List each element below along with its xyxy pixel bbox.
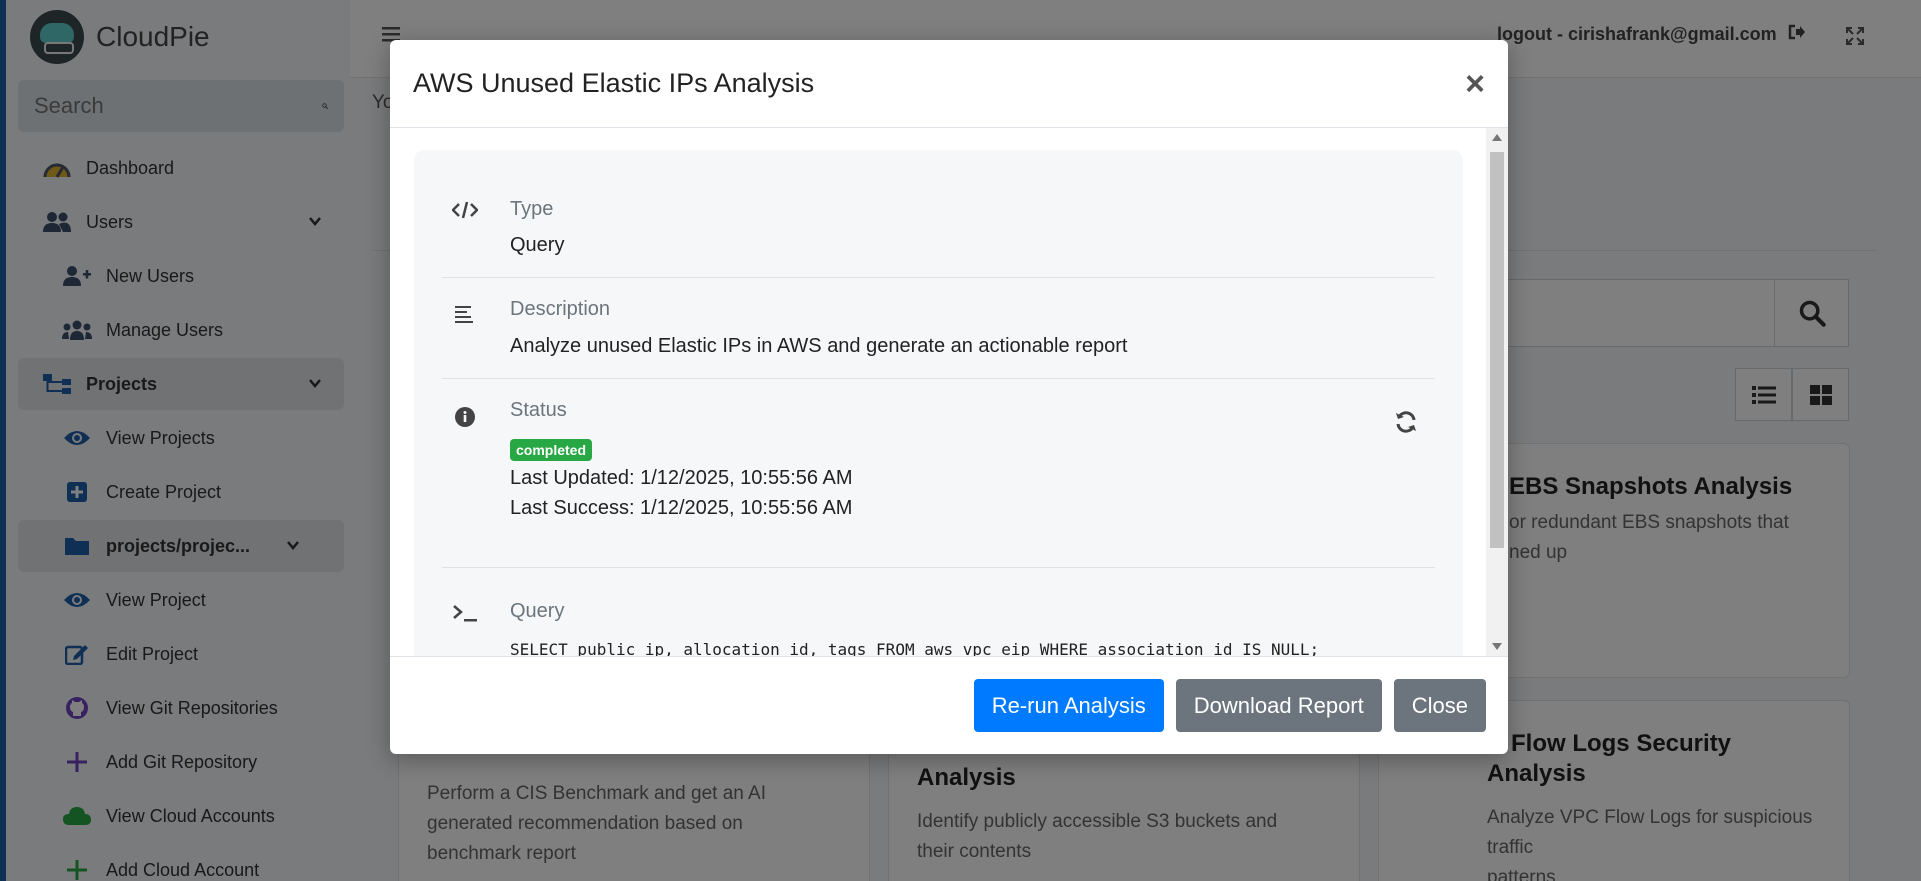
scroll-thumb[interactable] — [1490, 152, 1504, 548]
rerun-analysis-button[interactable]: Re-run Analysis — [973, 679, 1164, 732]
refresh-icon[interactable] — [1392, 408, 1420, 436]
modal-header: AWS Unused Elastic IPs Analysis × — [390, 40, 1508, 128]
align-left-icon — [450, 299, 480, 329]
scroll-down-arrow[interactable] — [1492, 643, 1502, 650]
last-success: Last Success: 1/12/2025, 10:55:56 AM — [510, 497, 853, 519]
type-value: Query — [510, 234, 565, 256]
terminal-icon — [450, 598, 480, 628]
info-icon — [450, 402, 480, 432]
modal-footer: Re-run Analysis Download Report Close — [390, 656, 1508, 754]
last-updated: Last Updated: 1/12/2025, 10:55:56 AM — [510, 467, 853, 489]
type-label: Type — [510, 198, 554, 220]
query-value: SELECT public_ip, allocation_id, tags FR… — [510, 640, 1320, 656]
close-icon[interactable]: × — [1465, 67, 1485, 101]
close-button[interactable]: Close — [1393, 679, 1486, 732]
modal-body: Type Query Description Analyze unused El… — [390, 128, 1508, 656]
analysis-modal: AWS Unused Elastic IPs Analysis × Type Q… — [390, 40, 1508, 754]
modal-scrollbar[interactable] — [1486, 128, 1508, 656]
type-row: Type Query — [442, 150, 1435, 278]
status-row: Status completed Last Updated: 1/12/2025… — [442, 379, 1435, 568]
description-value: Analyze unused Elastic IPs in AWS and ge… — [510, 335, 1128, 357]
code-icon — [450, 195, 480, 225]
scroll-up-arrow[interactable] — [1492, 134, 1502, 141]
modal-title: AWS Unused Elastic IPs Analysis — [413, 68, 815, 98]
status-badge: completed — [510, 439, 593, 461]
query-row: Query SELECT public_ip, allocation_id, t… — [442, 568, 1435, 656]
status-label: Status — [510, 399, 567, 421]
status-badge-wrap: completed — [510, 438, 593, 461]
description-row: Description Analyze unused Elastic IPs i… — [442, 278, 1435, 379]
download-report-button[interactable]: Download Report — [1175, 679, 1382, 732]
query-label: Query — [510, 600, 565, 622]
description-label: Description — [510, 298, 611, 320]
details-panel: Type Query Description Analyze unused El… — [414, 150, 1463, 656]
